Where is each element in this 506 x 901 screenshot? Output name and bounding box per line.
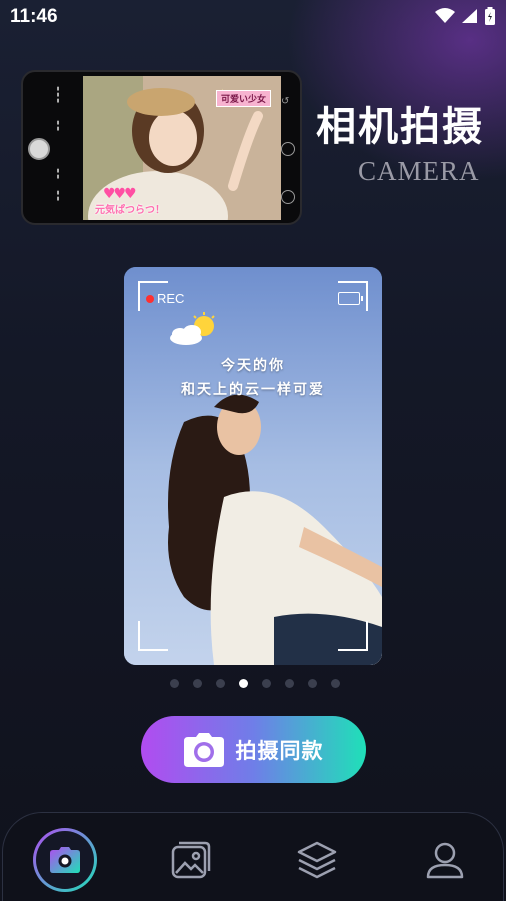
status-icons <box>435 7 496 25</box>
layers-icon <box>297 841 337 879</box>
rotate-icon: ↺ <box>281 96 290 107</box>
page-title: 相机拍摄 <box>316 104 484 150</box>
carousel-dot[interactable] <box>193 679 202 688</box>
camera-icon <box>183 732 224 767</box>
frame-corner-bottom-left <box>138 621 168 651</box>
carousel-dot[interactable] <box>308 679 317 688</box>
hero-shutter-icon <box>28 138 50 160</box>
nav-layers[interactable] <box>284 827 350 893</box>
carousel-dot[interactable] <box>331 679 340 688</box>
hero-control-label: ▮▮▮ <box>55 86 61 104</box>
carousel-indicator <box>170 679 340 688</box>
nav-active-inner <box>36 831 94 889</box>
cloud-sun-icon <box>170 312 215 345</box>
hero-sticker-top: 可爱い少女 <box>215 90 271 107</box>
carousel-dot-active[interactable] <box>239 679 248 688</box>
hero-camera-controls: ▮▮▮ ▮▮ ▮▮ ▮▮ <box>23 72 83 223</box>
nav-camera[interactable] <box>32 827 98 893</box>
carousel-dot[interactable] <box>170 679 179 688</box>
profile-icon <box>426 842 464 879</box>
rec-indicator: REC <box>146 291 184 306</box>
frame-corner-bottom-right <box>338 621 368 651</box>
gallery-icon <box>171 841 211 879</box>
battery-icon <box>485 7 495 25</box>
bottom-nav <box>2 812 504 901</box>
wifi-icon <box>435 8 455 23</box>
cta-label: 拍摄同款 <box>235 738 324 763</box>
card-caption-line1: 今天的你 <box>221 358 285 374</box>
signal-icon <box>462 9 477 23</box>
record-icon <box>281 190 295 204</box>
hearts-icon: ♥♥♥ <box>103 186 137 202</box>
page-subtitle: CAMERA <box>358 156 480 186</box>
card-caption-line2: 和天上的云一样可爱 <box>181 382 325 398</box>
hero-control-label: ▮▮ <box>55 120 61 132</box>
hero-photo: ✦ 可爱い少女 ♥♥♥ 元気ぱつらつ！ <box>83 76 281 220</box>
hero-right-controls: ↺ <box>278 72 300 223</box>
carousel-dot[interactable] <box>285 679 294 688</box>
hero-control-label: ▮▮ <box>55 168 61 180</box>
template-card[interactable]: REC 今天的你 和天上的云一样可爱 <box>124 267 382 665</box>
rec-dot-icon <box>146 294 154 303</box>
carousel-dot[interactable] <box>262 679 271 688</box>
camera-icon <box>50 847 80 873</box>
hero-control-label: ▮▮ <box>55 190 61 202</box>
rec-label: REC <box>157 291 185 306</box>
shoot-same-style-button[interactable]: 拍摄同款 <box>141 716 366 783</box>
carousel-dot[interactable] <box>216 679 225 688</box>
status-bar: 11:46 <box>0 0 506 36</box>
hero-phone-preview: ▮▮▮ ▮▮ ▮▮ ▮▮ ✦ 可爱い少女 ♥♥♥ 元気ぱつらつ！ ↺ <box>21 70 302 225</box>
hero-sticker-bottom: 元気ぱつらつ！ <box>95 205 165 216</box>
settings-icon <box>281 142 295 156</box>
nav-profile[interactable] <box>412 827 478 893</box>
nav-active-ring <box>33 828 97 892</box>
status-time: 11:46 <box>10 6 58 27</box>
nav-gallery[interactable] <box>158 827 224 893</box>
card-portrait-illustration <box>124 267 382 665</box>
card-battery-icon <box>338 292 363 305</box>
